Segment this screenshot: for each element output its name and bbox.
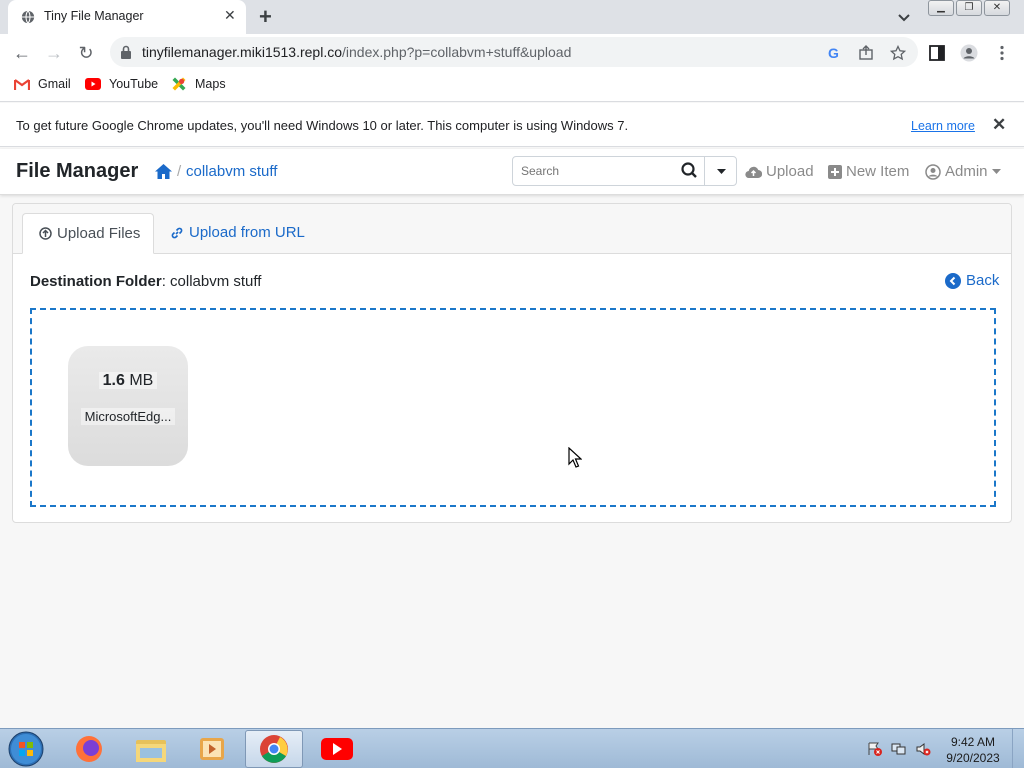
address-bar[interactable]: tinyfilemanager.miki1513.repl.co/index.p… [110, 37, 918, 67]
taskbar: 9:42 AM 9/20/2023 [0, 728, 1024, 768]
back-link[interactable]: Back [945, 272, 999, 289]
search-group [512, 156, 737, 186]
new-tab-icon[interactable]: + [259, 4, 272, 30]
file-preview[interactable]: 1.6 MB MicrosoftEdg... [68, 346, 188, 466]
window-controls: ▁ ❐ ✕ [928, 0, 1010, 18]
chrome-icon [260, 735, 288, 763]
bookmark-star-icon[interactable] [890, 45, 906, 61]
app-brand[interactable]: File Manager [16, 160, 138, 183]
search-button[interactable] [673, 157, 705, 185]
browser-toolbar: ← → ↻ tinyfilemanager.miki1513.repl.co/i… [0, 34, 1024, 72]
upload-nav-link[interactable]: Upload [745, 163, 814, 180]
user-circle-icon [925, 163, 941, 180]
share-icon[interactable] [858, 45, 874, 61]
media-player-icon[interactable] [183, 730, 241, 768]
file-size: 1.6 MB [68, 372, 188, 390]
url-text[interactable]: tinyfilemanager.miki1513.repl.co/index.p… [142, 44, 571, 60]
admin-dropdown[interactable]: Admin [925, 163, 1001, 180]
cloud-upload-icon [745, 166, 762, 178]
globe-icon [21, 10, 35, 24]
minimize-icon[interactable]: ▁ [928, 0, 954, 16]
app-navbar: File Manager / collabvm stuff Upload New… [0, 149, 1024, 195]
tab-strip: Tiny File Manager ✕ + ▁ ❐ ✕ [0, 0, 1024, 34]
bookmarks-bar: Gmail YouTube Maps [0, 72, 1024, 102]
firefox-icon[interactable] [60, 730, 118, 768]
home-icon[interactable] [154, 163, 173, 180]
browser-tab[interactable]: Tiny File Manager ✕ [8, 0, 246, 34]
arrow-circle-up-icon [39, 227, 52, 240]
plus-square-icon [828, 164, 842, 179]
forward-arrow-icon[interactable]: → [43, 42, 65, 64]
clock-time: 9:42 AM [950, 735, 996, 749]
show-desktop-button[interactable] [1012, 729, 1024, 768]
infobar-message: To get future Google Chrome updates, you… [16, 118, 629, 133]
search-input[interactable] [513, 157, 673, 185]
search-options-button[interactable] [706, 157, 737, 185]
file-name: MicrosoftEdg... [68, 408, 188, 425]
system-clock[interactable]: 9:42 AM 9/20/2023 [942, 734, 1004, 766]
network-icon[interactable] [891, 741, 907, 757]
youtube-taskbar-icon[interactable] [308, 730, 366, 768]
svg-text:G: G [828, 45, 839, 61]
clock-date: 9/20/2023 [946, 751, 1000, 765]
breadcrumb-folder[interactable]: collabvm stuff [186, 163, 277, 180]
mouse-cursor-icon [568, 447, 582, 468]
gmail-icon [14, 79, 30, 90]
tab-upload-from-url[interactable]: Upload from URL [170, 224, 305, 241]
caret-down-icon [991, 168, 1001, 174]
upload-tabs: Upload Files Upload from URL [13, 204, 1011, 254]
youtube-icon [85, 78, 101, 90]
new-item-nav-link[interactable]: New Item [828, 163, 909, 180]
destination-folder: Destination Folder: collabvm stuff [30, 273, 262, 290]
volume-muted-icon[interactable] [915, 741, 931, 757]
tab-upload-files[interactable]: Upload Files [22, 213, 154, 254]
bookmark-gmail[interactable]: Gmail [14, 77, 71, 91]
tab-search-icon[interactable] [896, 9, 912, 25]
chevron-circle-left-icon [945, 272, 961, 289]
caret-down-icon [717, 169, 726, 174]
profile-avatar-icon[interactable] [960, 44, 978, 62]
update-infobar: To get future Google Chrome updates, you… [0, 103, 1024, 147]
action-center-icon[interactable] [867, 741, 883, 757]
back-arrow-icon[interactable]: ← [11, 42, 33, 64]
maps-icon [172, 77, 186, 91]
window-close-icon[interactable]: ✕ [984, 0, 1010, 16]
chrome-taskbar-item[interactable] [245, 730, 303, 768]
breadcrumb-separator: / [177, 163, 182, 180]
side-panel-icon[interactable] [928, 44, 946, 62]
reload-icon[interactable]: ↻ [75, 42, 97, 64]
upload-dropzone[interactable]: 1.6 MB MicrosoftEdg... [30, 308, 996, 507]
restore-icon[interactable]: ❐ [956, 0, 982, 16]
menu-kebab-icon[interactable] [993, 44, 1011, 62]
tab-title: Tiny File Manager [44, 9, 144, 23]
infobar-close-icon[interactable]: ✕ [992, 115, 1006, 135]
link-icon [171, 227, 183, 238]
lock-icon[interactable] [120, 45, 132, 59]
upload-card: Upload Files Upload from URL Destination… [12, 203, 1012, 523]
start-orb-icon[interactable] [6, 730, 46, 768]
tab-close-icon[interactable]: ✕ [224, 7, 236, 24]
learn-more-link[interactable]: Learn more [911, 119, 975, 133]
search-icon [681, 162, 697, 178]
bookmark-maps[interactable]: Maps [171, 77, 226, 91]
google-lens-icon[interactable]: G [826, 45, 842, 61]
bookmark-youtube[interactable]: YouTube [85, 77, 158, 91]
explorer-folder-icon[interactable] [122, 730, 180, 768]
